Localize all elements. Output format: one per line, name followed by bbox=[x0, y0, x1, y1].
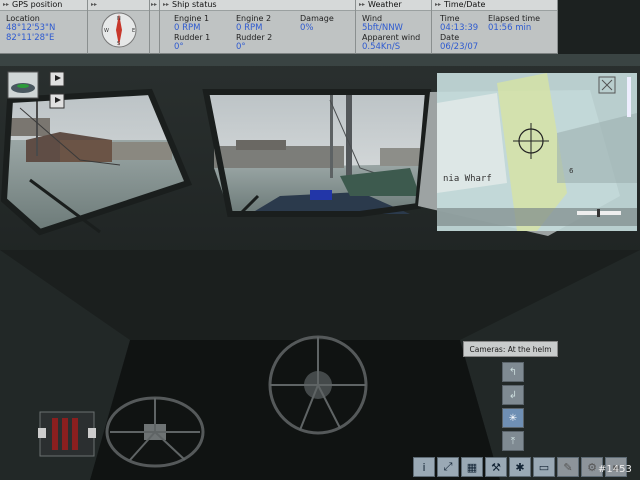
rudder2-label: Rudder 2 bbox=[236, 33, 273, 42]
note-icon[interactable]: ✎ bbox=[557, 457, 579, 477]
gps-panel: ▸▸ GPS position Location 48°12'53"N 82°11… bbox=[0, 0, 88, 54]
camera-tooltip: Cameras: At the helm bbox=[463, 341, 558, 357]
distance-label: 6 bbox=[569, 167, 574, 175]
ship-view-icon[interactable] bbox=[7, 71, 39, 99]
elapsed-value: 01:56 min bbox=[488, 23, 532, 33]
svg-text:S: S bbox=[117, 41, 120, 47]
camera-icon[interactable]: ✱ bbox=[509, 457, 531, 477]
damage-value: 0% bbox=[300, 23, 314, 33]
compass-icon: N E S W bbox=[101, 12, 137, 48]
hud-divider: ▸▸ bbox=[150, 0, 160, 54]
ship-status-title: Ship status bbox=[172, 0, 217, 9]
flag-icon[interactable] bbox=[49, 93, 65, 109]
wind-value: 5bft/NNW bbox=[362, 23, 403, 33]
wind-label: Wind bbox=[362, 14, 383, 23]
ship-status-panel: ▸▸ Ship status Engine 1 0 RPM Engine 2 0 … bbox=[160, 0, 356, 54]
info-icon[interactable]: i bbox=[413, 457, 435, 477]
apparent-wind-label: Apparent wind bbox=[362, 33, 421, 42]
screenshot-id: #1453 bbox=[598, 464, 632, 475]
monitor-icon[interactable]: ▭ bbox=[533, 457, 555, 477]
game-viewport bbox=[0, 54, 640, 480]
elapsed-label: Elapsed time bbox=[488, 14, 541, 23]
center-window bbox=[202, 89, 432, 217]
time-value: 04:13:39 bbox=[440, 23, 479, 33]
time-date-panel: ▸▸ Time/Date Time 04:13:39 Elapsed time 0… bbox=[432, 0, 558, 54]
time-label: Time bbox=[440, 14, 460, 23]
svg-text:E: E bbox=[132, 28, 135, 34]
engine1-value: 0 RPM bbox=[174, 23, 201, 33]
camera-up-button[interactable]: ↰ bbox=[502, 362, 524, 382]
apparent-wind-value: 0.54Kn/S bbox=[362, 42, 401, 52]
svg-text:N: N bbox=[117, 16, 121, 22]
latitude-value: 48°12'53"N bbox=[6, 23, 56, 33]
time-date-title: Time/Date bbox=[444, 0, 486, 9]
wharf-label: nia Wharf bbox=[443, 174, 492, 184]
weather-title: Weather bbox=[368, 0, 402, 9]
engine2-label: Engine 2 bbox=[236, 14, 272, 23]
rudder2-value: 0° bbox=[236, 42, 246, 52]
engine1-label: Engine 1 bbox=[174, 14, 210, 23]
flag-icon[interactable] bbox=[49, 71, 65, 87]
camera-rotate-button[interactable]: ⤒ bbox=[502, 431, 524, 451]
svg-text:W: W bbox=[104, 28, 109, 34]
dashboard bbox=[0, 250, 640, 480]
tools-icon[interactable]: ⚒ bbox=[485, 457, 507, 477]
chart-icon[interactable]: ⤢ bbox=[437, 457, 459, 477]
throttle-control[interactable] bbox=[38, 411, 96, 457]
engine2-value: 0 RPM bbox=[236, 23, 263, 33]
rudder1-value: 0° bbox=[174, 42, 184, 52]
location-label: Location bbox=[6, 14, 40, 23]
compass-panel: ▸▸ N E S W bbox=[88, 0, 150, 54]
camera-prev-button[interactable]: ↲ bbox=[502, 385, 524, 405]
rudder1-label: Rudder 1 bbox=[174, 33, 211, 42]
date-value: 06/23/07 bbox=[440, 42, 479, 52]
minimap[interactable]: nia Wharf 6 bbox=[437, 73, 637, 231]
gps-title: GPS position bbox=[12, 0, 63, 9]
damage-label: Damage bbox=[300, 14, 334, 23]
camera-helm-button[interactable]: ✳ bbox=[502, 408, 524, 428]
longitude-value: 82°11'28"E bbox=[6, 33, 55, 43]
map-icon[interactable]: ▦ bbox=[461, 457, 483, 477]
weather-panel: ▸▸ Weather Wind 5bft/NNW Apparent wind 0.… bbox=[356, 0, 432, 54]
date-label: Date bbox=[440, 33, 460, 42]
